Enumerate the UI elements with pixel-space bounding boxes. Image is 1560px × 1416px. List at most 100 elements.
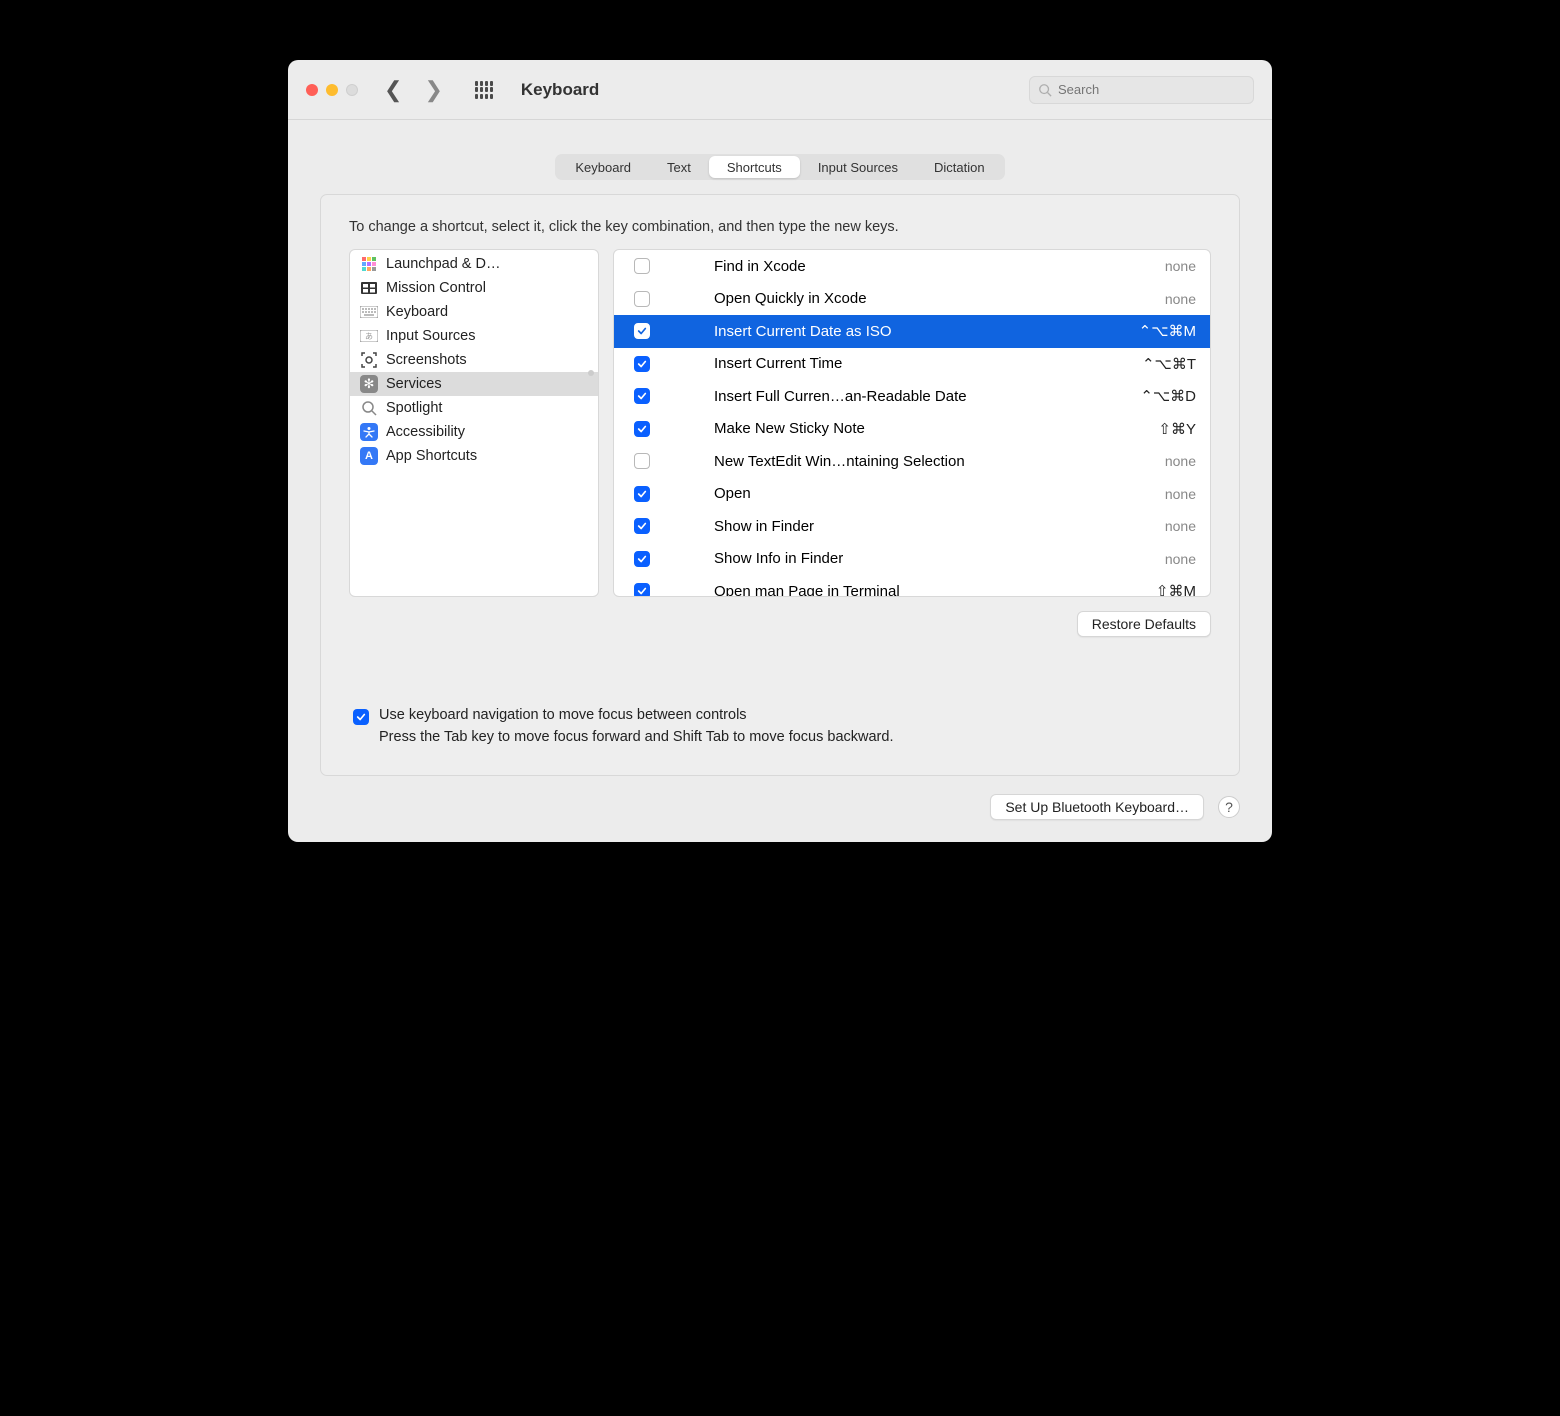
service-shortcut[interactable]: none <box>1136 258 1196 274</box>
tab-dictation[interactable]: Dictation <box>916 156 1003 178</box>
service-row[interactable]: Insert Full Curren…an-Readable Date ⌃⌥⌘D <box>614 380 1210 413</box>
service-row[interactable]: New TextEdit Win…ntaining Selection none <box>614 445 1210 478</box>
service-shortcut[interactable]: ⇧⌘Y <box>1136 420 1196 438</box>
service-label: Insert Current Date as ISO <box>714 323 1122 340</box>
service-checkbox[interactable] <box>634 291 650 307</box>
search-input[interactable] <box>1058 82 1245 97</box>
service-checkbox[interactable] <box>634 551 650 567</box>
service-row[interactable]: Insert Current Date as ISO ⌃⌥⌘M <box>614 315 1210 348</box>
search-field[interactable] <box>1029 76 1254 104</box>
gear-icon: ✻ <box>360 375 378 393</box>
screenshot-icon <box>360 351 378 369</box>
sidebar-item-input-sources[interactable]: あ Input Sources <box>350 324 598 348</box>
window-title: Keyboard <box>521 80 1019 100</box>
service-row[interactable]: Show Info in Finder none <box>614 543 1210 576</box>
traffic-lights <box>306 84 358 96</box>
service-shortcut[interactable]: ⇧⌘M <box>1136 582 1196 596</box>
sidebar-item-label: Input Sources <box>386 328 475 344</box>
setup-bluetooth-button[interactable]: Set Up Bluetooth Keyboard… <box>990 794 1204 820</box>
sidebar-item-screenshots[interactable]: Screenshots <box>350 348 598 372</box>
sidebar-item-services[interactable]: ✻ Services <box>350 372 598 396</box>
sidebar-item-label: App Shortcuts <box>386 448 477 464</box>
zoom-window-button[interactable] <box>346 84 358 96</box>
keyboard-nav-option: Use keyboard navigation to move focus be… <box>349 707 1211 745</box>
footer-text-block: Use keyboard navigation to move focus be… <box>379 707 893 745</box>
service-shortcut[interactable]: ⌃⌥⌘T <box>1136 355 1196 373</box>
service-checkbox[interactable] <box>634 323 650 339</box>
service-label: Make New Sticky Note <box>714 420 1122 437</box>
service-checkbox[interactable] <box>634 518 650 534</box>
preferences-window: ❮ ❯ Keyboard KeyboardTextShortcutsInput … <box>288 60 1272 842</box>
service-row[interactable]: Show in Findernone <box>614 510 1210 543</box>
sidebar-item-app-shortcuts[interactable]: A App Shortcuts <box>350 444 598 468</box>
mission-icon <box>360 279 378 297</box>
close-window-button[interactable] <box>306 84 318 96</box>
service-row[interactable]: Insert Current Time⌃⌥⌘T <box>614 348 1210 381</box>
keyboard-nav-sub: Press the Tab key to move focus forward … <box>379 729 893 745</box>
minimize-window-button[interactable] <box>326 84 338 96</box>
tab-shortcuts[interactable]: Shortcuts <box>709 156 800 178</box>
tab-keyboard[interactable]: Keyboard <box>557 156 649 178</box>
service-row[interactable]: Open Quickly in Xcode none <box>614 283 1210 316</box>
service-checkbox[interactable] <box>634 356 650 372</box>
sidebar-item-label: Spotlight <box>386 400 442 416</box>
sidebar-item-label: Screenshots <box>386 352 467 368</box>
service-shortcut[interactable]: none <box>1136 291 1196 307</box>
service-shortcut[interactable]: ⌃⌥⌘M <box>1136 322 1196 340</box>
accessibility-icon <box>360 423 378 441</box>
sidebar-item-spotlight[interactable]: Spotlight <box>350 396 598 420</box>
tab-bar: KeyboardTextShortcutsInput SourcesDictat… <box>555 154 1004 180</box>
service-checkbox[interactable] <box>634 258 650 274</box>
service-checkbox[interactable] <box>634 583 650 596</box>
service-checkbox[interactable] <box>634 388 650 404</box>
service-label: New TextEdit Win…ntaining Selection <box>714 453 1122 470</box>
service-shortcut[interactable]: ⌃⌥⌘D <box>1136 387 1196 405</box>
service-label: Insert Full Curren…an-Readable Date <box>714 388 1122 405</box>
sidebar-item-accessibility[interactable]: Accessibility <box>350 420 598 444</box>
forward-button[interactable]: ❯ <box>424 77 442 103</box>
service-label: Show Info in Finder <box>714 550 1122 567</box>
service-shortcut[interactable]: none <box>1136 486 1196 502</box>
service-label: Open man Page in Terminal <box>714 583 1122 596</box>
service-shortcut[interactable]: none <box>1136 518 1196 534</box>
keyboard-icon <box>360 303 378 321</box>
restore-defaults-button[interactable]: Restore Defaults <box>1077 611 1211 637</box>
svg-text:あ: あ <box>365 332 373 341</box>
tab-input-sources[interactable]: Input Sources <box>800 156 916 178</box>
category-sidebar[interactable]: Launchpad & D… Mission Control Keyboard あ In… <box>349 249 599 597</box>
keyboard-nav-checkbox[interactable] <box>353 709 369 725</box>
spotlight-icon <box>360 399 378 417</box>
keyboard-nav-label: Use keyboard navigation to move focus be… <box>379 707 893 723</box>
sidebar-item-label: Mission Control <box>386 280 486 296</box>
service-row[interactable]: Make New Sticky Note ⇧⌘Y <box>614 413 1210 446</box>
service-checkbox[interactable] <box>634 453 650 469</box>
launchpad-icon <box>360 255 378 273</box>
service-shortcut[interactable]: none <box>1136 551 1196 567</box>
service-row[interactable]: Find in Xcode none <box>614 250 1210 283</box>
service-label: Open Quickly in Xcode <box>714 290 1122 307</box>
hint-text: To change a shortcut, select it, click t… <box>349 219 1211 235</box>
service-checkbox[interactable] <box>634 421 650 437</box>
service-checkbox[interactable] <box>634 486 650 502</box>
scroll-indicator <box>588 370 594 376</box>
shortcut-list[interactable]: Find in Xcode none Open Quickly in Xcode no… <box>614 250 1210 596</box>
help-button[interactable]: ? <box>1218 796 1240 818</box>
show-all-button[interactable] <box>475 81 493 99</box>
app-icon: A <box>360 447 378 465</box>
back-button[interactable]: ❮ <box>384 77 402 103</box>
service-row[interactable]: Open none <box>614 478 1210 511</box>
shortcut-list-panel: Find in Xcode none Open Quickly in Xcode no… <box>613 249 1211 597</box>
content-panel: To change a shortcut, select it, click t… <box>320 194 1240 776</box>
service-row[interactable]: Open man Page in Terminal ⇧⌘M <box>614 575 1210 596</box>
sidebar-item-launchpad-d-[interactable]: Launchpad & D… <box>350 252 598 276</box>
tab-text[interactable]: Text <box>649 156 709 178</box>
service-label: Open <box>714 485 1122 502</box>
service-label: Find in Xcode <box>714 258 1122 275</box>
sidebar-item-mission-control[interactable]: Mission Control <box>350 276 598 300</box>
service-shortcut[interactable]: none <box>1136 453 1196 469</box>
sidebar-item-label: Accessibility <box>386 424 465 440</box>
sidebar-item-keyboard[interactable]: Keyboard <box>350 300 598 324</box>
tabs-container: KeyboardTextShortcutsInput SourcesDictat… <box>288 120 1272 180</box>
restore-wrap: Restore Defaults <box>349 611 1211 637</box>
sidebar-item-label: Services <box>386 376 442 392</box>
